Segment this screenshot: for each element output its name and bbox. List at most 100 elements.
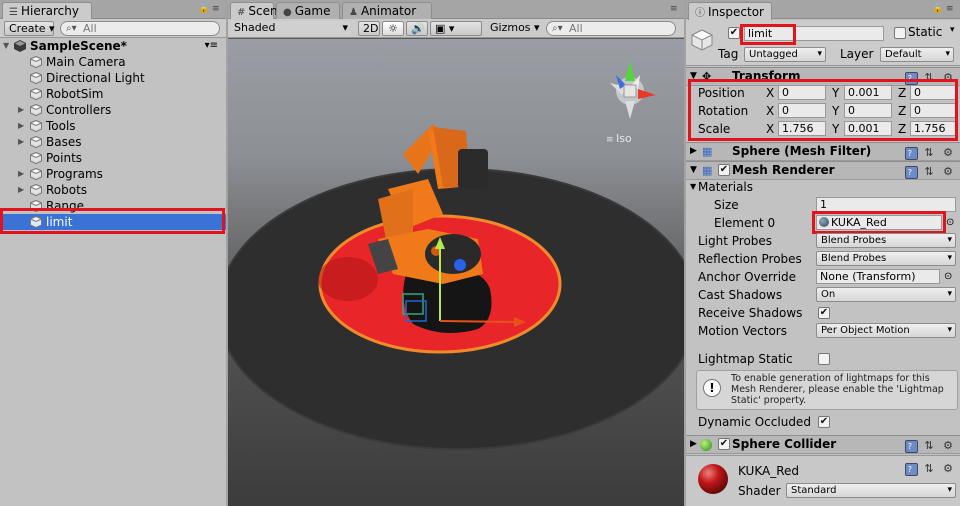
hierarchy-item[interactable]: ▶ Controllers — [0, 102, 226, 118]
hierarchy-item[interactable]: ▶ Tools — [0, 118, 226, 134]
hierarchy-item[interactable]: Points — [0, 150, 226, 166]
expand-arrow-icon[interactable]: ▼ — [690, 178, 696, 196]
materials-size-input[interactable]: 1 — [816, 197, 956, 212]
audio-toggle-button[interactable]: 🔊 — [406, 21, 428, 36]
hierarchy-item[interactable]: ▶ Bases — [0, 134, 226, 150]
dynamic-occluded-checkbox[interactable]: ✔ — [818, 416, 830, 428]
object-picker-icon[interactable]: ⊙ — [946, 214, 954, 232]
effects-dropdown[interactable]: ▣ ▾ — [430, 21, 482, 36]
gizmos-dropdown[interactable]: Gizmos ▾ — [486, 21, 540, 36]
cast-shadows-dropdown[interactable]: On — [816, 287, 956, 302]
settings-icon[interactable]: ⚙ — [943, 71, 956, 84]
expand-arrow-icon[interactable]: ▶ — [690, 143, 697, 160]
layer-dropdown[interactable]: Default — [880, 47, 954, 62]
tab-hierarchy[interactable]: ☰ Hierarchy — [2, 2, 92, 20]
static-checkbox[interactable] — [894, 27, 906, 39]
mesh-renderer-enabled-checkbox[interactable]: ✔ — [718, 164, 730, 176]
active-checkbox[interactable]: ✔ — [728, 27, 740, 39]
shading-mode-dropdown[interactable]: Shaded ▾ — [230, 21, 350, 36]
help-icon[interactable]: ? — [904, 147, 918, 160]
expand-arrow-icon[interactable]: ▼ — [3, 38, 13, 54]
anchor-override-field[interactable]: None (Transform) — [816, 269, 940, 284]
create-button[interactable]: Create ▾ — [4, 21, 55, 36]
lock-icon[interactable]: 🔒 — [932, 4, 943, 14]
hierarchy-item[interactable]: ▶ Robots — [0, 182, 226, 198]
shader-dropdown[interactable]: Standard — [786, 483, 956, 498]
preset-icon[interactable]: ⇅ — [924, 146, 936, 159]
material-preview-section[interactable]: KUKA_Red Shader Standard ? ⇅ ⚙ — [686, 455, 960, 506]
expand-arrow-icon[interactable]: ▼ — [690, 162, 697, 179]
hierarchy-item[interactable]: Directional Light — [0, 70, 226, 86]
settings-icon[interactable]: ⚙ — [943, 146, 956, 159]
light-probes-dropdown[interactable]: Blend Probes — [816, 233, 956, 248]
transform-x-input[interactable]: 0 — [778, 85, 826, 100]
mesh-filter-header[interactable]: ▶ ▦ Sphere (Mesh Filter) ? ⇅ ⚙ — [686, 142, 960, 161]
object-picker-icon[interactable]: ⊙ — [944, 268, 952, 286]
transform-z-input[interactable]: 0 — [910, 103, 958, 118]
settings-icon[interactable]: ⚙ — [943, 462, 956, 475]
transform-z-input[interactable]: 1.756 — [910, 121, 958, 136]
axis-label-x[interactable]: X — [766, 84, 774, 102]
transform-y-input[interactable]: 0.001 — [844, 85, 892, 100]
materials-row[interactable]: ▼ Materials — [686, 178, 960, 196]
lightmap-static-checkbox[interactable] — [818, 353, 830, 365]
tab-scene[interactable]: # Scene — [230, 2, 285, 20]
preset-icon[interactable]: ⇅ — [924, 165, 936, 178]
panel-menu-icon[interactable]: ≡ — [212, 4, 220, 14]
receive-shadows-checkbox[interactable]: ✔ — [818, 307, 830, 319]
tab-inspector[interactable]: ⓘ Inspector — [688, 2, 772, 20]
scene-search-input[interactable]: ⌕▾ All — [546, 21, 676, 36]
axis-label-y[interactable]: Y — [832, 120, 839, 138]
tab-animator[interactable]: ♟ Animator — [342, 2, 432, 19]
axis-label-y[interactable]: Y — [832, 102, 839, 120]
transform-z-input[interactable]: 0 — [910, 85, 958, 100]
settings-icon[interactable]: ⚙ — [943, 439, 956, 452]
axis-label-x[interactable]: X — [766, 102, 774, 120]
expand-arrow-icon[interactable]: ▶ — [18, 118, 28, 134]
panel-menu-icon[interactable]: ≡ — [946, 4, 954, 14]
expand-arrow-icon[interactable]: ▶ — [18, 166, 28, 182]
scene-menu-icon[interactable]: ▾≡ — [205, 38, 218, 54]
transform-y-input[interactable]: 0.001 — [844, 121, 892, 136]
axis-label-y[interactable]: Y — [832, 84, 839, 102]
expand-arrow-icon[interactable]: ▶ — [18, 182, 28, 198]
scene-root-item[interactable]: ▼ SampleScene* ▾≡ — [0, 38, 226, 54]
lock-icon[interactable]: 🔒 — [198, 4, 209, 14]
hierarchy-item[interactable]: RobotSim — [0, 86, 226, 102]
static-dropdown-icon[interactable]: ▾ — [950, 25, 955, 35]
expand-arrow-icon[interactable]: ▶ — [18, 102, 28, 118]
scene-viewport[interactable]: Iso ≡ — [228, 39, 684, 506]
hierarchy-item[interactable]: ▶ Programs — [0, 166, 226, 182]
preset-icon[interactable]: ⇅ — [924, 439, 936, 452]
help-icon[interactable]: ? — [904, 440, 918, 453]
material-slot-field[interactable]: KUKA_Red — [816, 215, 942, 230]
preset-icon[interactable]: ⇅ — [924, 462, 936, 475]
axis-label-z[interactable]: Z — [898, 120, 906, 138]
transform-x-input[interactable]: 1.756 — [778, 121, 826, 136]
axis-label-x[interactable]: X — [766, 120, 774, 138]
hierarchy-search-input[interactable]: ⌕▾ All — [60, 21, 220, 36]
preset-icon[interactable]: ⇅ — [924, 71, 936, 84]
axis-label-z[interactable]: Z — [898, 84, 906, 102]
help-icon[interactable]: ? — [904, 463, 918, 476]
reflection-probes-dropdown[interactable]: Blend Probes — [816, 251, 956, 266]
settings-icon[interactable]: ⚙ — [943, 165, 956, 178]
hierarchy-item[interactable]: limit — [0, 214, 226, 230]
expand-arrow-icon[interactable]: ▼ — [690, 68, 697, 85]
axis-label-z[interactable]: Z — [898, 102, 906, 120]
hierarchy-item[interactable]: Main Camera — [0, 54, 226, 70]
tab-game[interactable]: ● Game — [276, 2, 340, 19]
motion-vectors-dropdown[interactable]: Per Object Motion — [816, 323, 956, 338]
object-name-input[interactable]: limit — [744, 26, 884, 41]
2d-toggle-button[interactable]: 2D — [358, 21, 380, 36]
transform-y-input[interactable]: 0 — [844, 103, 892, 118]
tag-dropdown[interactable]: Untagged — [744, 47, 826, 62]
orientation-gizmo[interactable] — [610, 61, 656, 119]
lighting-toggle-button[interactable]: ☼ — [382, 21, 404, 36]
sphere-collider-header[interactable]: ▶ ✔ Sphere Collider ? ⇅ ⚙ — [686, 435, 960, 454]
expand-arrow-icon[interactable]: ▶ — [690, 436, 697, 453]
projection-label[interactable]: Iso — [616, 132, 632, 145]
hierarchy-item[interactable]: Range — [0, 198, 226, 214]
panel-menu-icon[interactable]: ≡ — [670, 4, 678, 14]
transform-x-input[interactable]: 0 — [778, 103, 826, 118]
